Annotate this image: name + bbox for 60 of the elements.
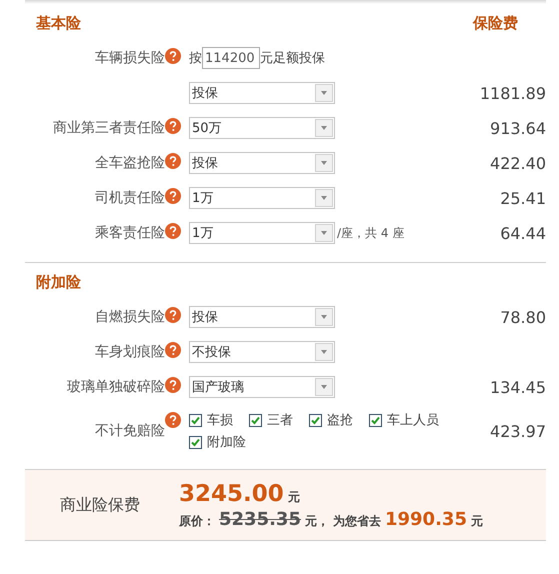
help-icon[interactable] xyxy=(165,342,181,358)
checkbox-label[interactable]: 三者 xyxy=(267,411,293,429)
checkbox-label[interactable]: 车上人员 xyxy=(387,411,439,429)
section-title: 附加险 xyxy=(36,273,81,292)
dropdown[interactable]: 投保 xyxy=(189,152,335,174)
field-label: 玻璃单独破碎险 xyxy=(67,378,165,396)
field-label: 不计免赔险 xyxy=(95,422,165,440)
currency-unit: 元， xyxy=(304,512,329,530)
field-label: 车辆损失险 xyxy=(95,49,165,67)
field-label: 司机责任险 xyxy=(95,189,165,207)
checkbox[interactable] xyxy=(189,414,202,426)
help-icon[interactable] xyxy=(165,223,181,239)
original-price: 5235.35 xyxy=(219,508,301,530)
dropdown[interactable]: 1万 xyxy=(189,187,335,209)
savings-label: 为您省去 xyxy=(332,512,381,530)
dropdown[interactable]: 1万 xyxy=(189,222,335,244)
help-icon[interactable] xyxy=(165,153,181,169)
field-label: 车身划痕险 xyxy=(95,343,165,361)
column-heading: 保险费 xyxy=(473,14,518,33)
amount-prefix: 按 xyxy=(189,50,202,67)
section-title: 基本险 xyxy=(36,14,81,33)
premium-amount: 78.80 xyxy=(500,308,546,326)
premium-amount: 422.40 xyxy=(490,154,546,172)
checkbox[interactable] xyxy=(369,414,382,426)
premium-amount: 134.45 xyxy=(490,378,546,396)
amount-suffix: 元足额投保 xyxy=(260,50,325,67)
dropdown[interactable]: 不投保 xyxy=(189,341,335,363)
currency-unit: 元 xyxy=(470,512,483,530)
help-icon[interactable] xyxy=(165,307,181,323)
summary-label: 商业险保费 xyxy=(59,494,141,516)
checkbox[interactable] xyxy=(309,414,322,426)
dropdown[interactable]: 国产玻璃 xyxy=(189,376,335,398)
help-icon[interactable] xyxy=(165,118,181,134)
field-label: 乘客责任险 xyxy=(95,224,165,242)
field-label: 商业第三者责任险 xyxy=(53,119,165,137)
checkbox[interactable] xyxy=(189,436,202,448)
dropdown[interactable]: 投保 xyxy=(189,306,335,328)
checkbox[interactable] xyxy=(249,414,262,426)
checkbox-label[interactable]: 车损 xyxy=(207,411,233,429)
help-icon[interactable] xyxy=(165,48,181,64)
amount-field[interactable]: 114200 xyxy=(202,47,260,69)
help-icon[interactable] xyxy=(165,377,181,393)
help-icon[interactable] xyxy=(165,188,181,204)
total-premium: 3245.00 xyxy=(179,480,284,506)
premium-amount: 25.41 xyxy=(500,188,546,208)
premium-amount: 1181.89 xyxy=(480,84,546,102)
premium-amount: 423.97 xyxy=(490,422,546,440)
checkbox-label[interactable]: 盗抢 xyxy=(327,411,353,429)
dropdown[interactable]: 50万 xyxy=(189,117,335,139)
field-label: 自燃损失险 xyxy=(95,308,165,326)
currency-unit: 元 xyxy=(288,488,300,506)
checkbox-label[interactable]: 附加险 xyxy=(207,433,246,451)
savings-amount: 1990.35 xyxy=(384,508,467,530)
premium-amount: 913.64 xyxy=(490,118,546,138)
field-label: 全车盗抢险 xyxy=(95,154,165,172)
original-price-label: 原价： xyxy=(179,512,215,530)
dropdown[interactable]: 投保 xyxy=(189,82,335,104)
premium-amount: 64.44 xyxy=(500,224,546,242)
help-icon[interactable] xyxy=(165,412,181,428)
seat-note: /座，共 4 座 xyxy=(337,224,404,242)
